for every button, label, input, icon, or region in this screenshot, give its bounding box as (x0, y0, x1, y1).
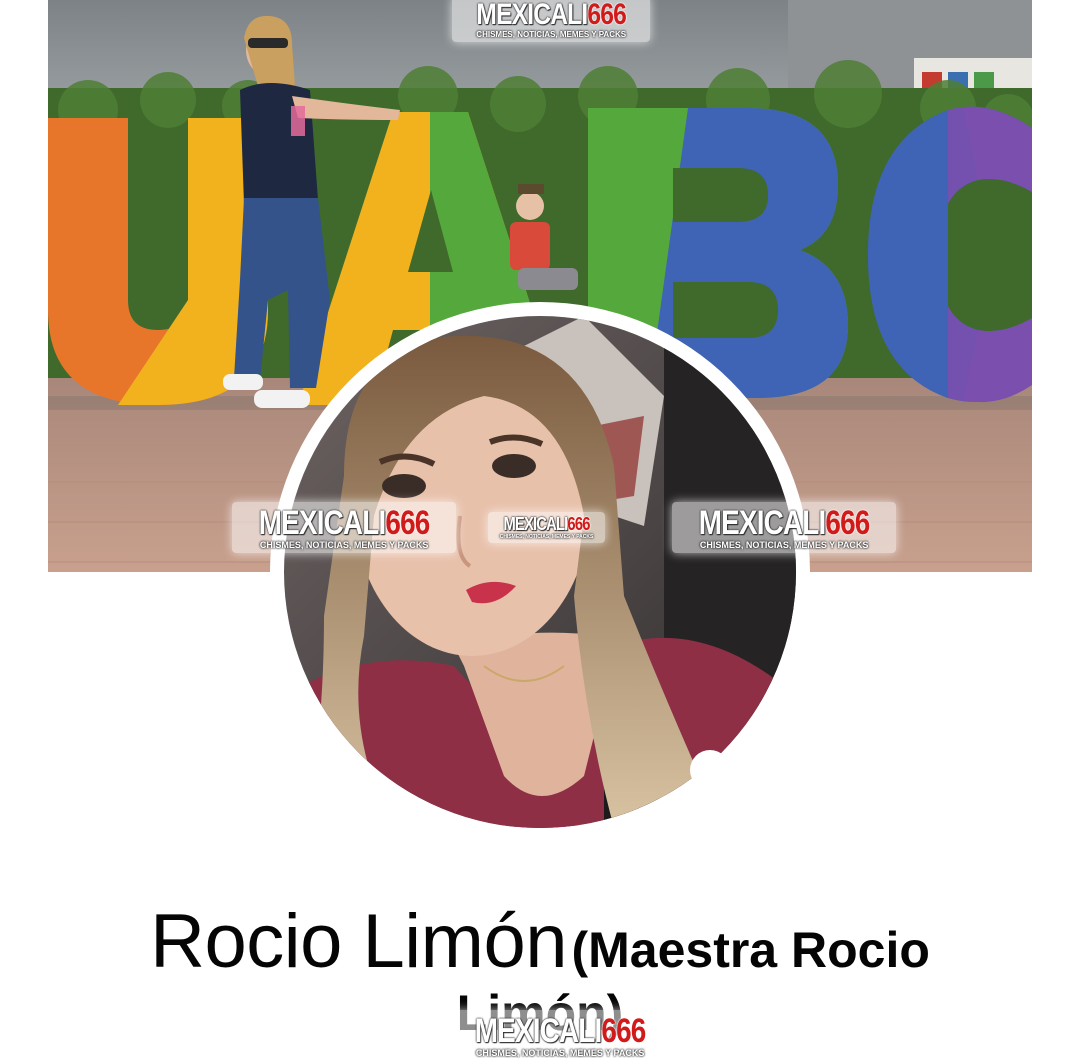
avatar-photo (284, 316, 796, 828)
profile-avatar[interactable] (270, 302, 810, 842)
watermark-left: MEXICALI666 CHISMES, NOTICIAS, MEMES Y P… (232, 502, 457, 553)
profile-name: Rocio Limón (150, 899, 568, 984)
avatar-camera-badge[interactable] (690, 750, 730, 790)
watermark-center: MEXICALI666 CHISMES, NOTICIAS, MEMES Y P… (488, 512, 606, 543)
watermark-right: MEXICALI666 CHISMES, NOTICIAS, MEMES Y P… (672, 502, 897, 553)
profile-header: MEXICALI666 CHISMES, NOTICIAS, MEMES Y P… (0, 0, 1080, 1058)
watermark-bottom: MEXICALI666 CHISMES, NOTICIAS, MEMES Y P… (448, 1010, 673, 1058)
watermark-top: MEXICALI666 CHISMES, NOTICIAS, MEMES Y P… (452, 0, 651, 42)
